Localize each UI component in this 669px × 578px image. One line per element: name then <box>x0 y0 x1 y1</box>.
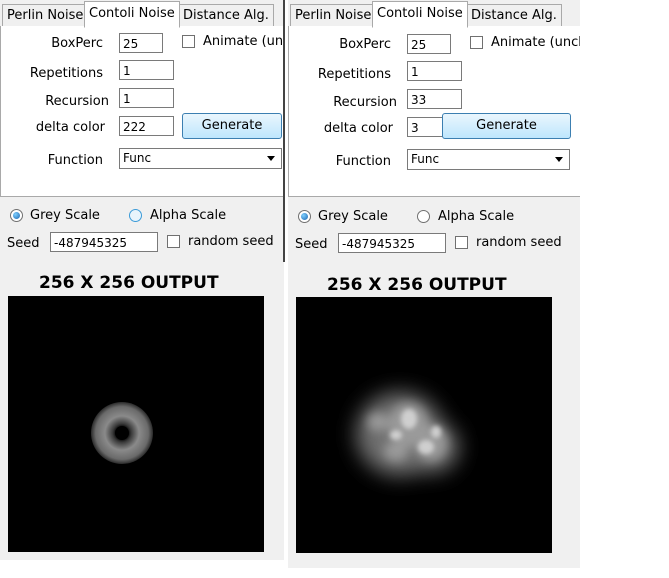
repetitions-input[interactable]: 1 <box>407 61 462 81</box>
recursion-label: Recursion <box>45 94 109 109</box>
tab-strip: Perlin Noise Contoli Noise Distance Alg. <box>0 0 284 28</box>
delta-color-label: delta color <box>35 120 105 135</box>
seed-label: Seed <box>295 237 328 252</box>
boxperc-input[interactable]: 25 <box>119 33 163 53</box>
left-noise-panel: Perlin Noise Contoli Noise Distance Alg.… <box>0 0 284 560</box>
panel-divider <box>283 0 285 262</box>
grey-scale-label: Grey Scale <box>318 209 388 224</box>
output-title: 256 X 256 OUTPUT <box>39 273 219 293</box>
function-label: Function <box>335 154 391 169</box>
contoli-tab-page: BoxPerc 25 Animate (unch Repetitions 1 R… <box>288 26 580 197</box>
generate-button[interactable]: Generate <box>182 113 282 139</box>
output-canvas <box>8 296 264 552</box>
alpha-scale-radio[interactable] <box>129 209 142 222</box>
output-title: 256 X 256 OUTPUT <box>327 275 507 295</box>
random-seed-label: random seed <box>476 235 562 250</box>
function-select[interactable]: Func <box>119 148 282 169</box>
grey-scale-radio[interactable] <box>10 209 23 222</box>
random-seed-checkbox[interactable] <box>455 236 468 249</box>
function-select-value: Func <box>411 152 440 166</box>
repetitions-label: Repetitions <box>29 66 103 81</box>
output-canvas <box>296 297 552 553</box>
grey-scale-label: Grey Scale <box>30 208 100 223</box>
alpha-scale-label: Alpha Scale <box>438 209 515 224</box>
chevron-down-icon <box>267 156 275 161</box>
grey-scale-radio[interactable] <box>298 210 311 223</box>
animate-checkbox[interactable] <box>182 35 195 48</box>
random-seed-label: random seed <box>188 234 274 249</box>
chevron-down-icon <box>555 157 563 162</box>
delta-color-label: delta color <box>323 121 393 136</box>
animate-label: Animate (unc <box>203 34 284 49</box>
cloud-noise-image <box>356 392 459 476</box>
tab-distance-alg[interactable]: Distance Alg. <box>466 4 562 26</box>
recursion-input[interactable]: 33 <box>407 89 462 109</box>
function-label: Function <box>47 153 103 168</box>
tab-contoli-noise[interactable]: Contoli Noise <box>372 1 468 28</box>
delta-color-input[interactable]: 222 <box>119 116 174 136</box>
animate-label: Animate (unch <box>491 35 580 50</box>
contoli-tab-page: BoxPerc 25 Animate (unc Repetitions 1 Re… <box>0 26 284 197</box>
function-select[interactable]: Func <box>407 149 570 170</box>
right-noise-panel: Perlin Noise Contoli Noise Distance Alg.… <box>288 0 580 568</box>
seed-input[interactable]: -487945325 <box>50 232 158 252</box>
alpha-scale-label: Alpha Scale <box>150 208 227 223</box>
seed-input[interactable]: -487945325 <box>338 233 446 253</box>
tab-contoli-noise[interactable]: Contoli Noise <box>84 1 180 28</box>
repetitions-label: Repetitions <box>317 67 391 82</box>
alpha-scale-radio[interactable] <box>417 210 430 223</box>
tab-perlin-noise[interactable]: Perlin Noise <box>2 4 89 26</box>
random-seed-checkbox[interactable] <box>167 235 180 248</box>
boxperc-label: BoxPerc <box>51 36 103 51</box>
tab-perlin-noise[interactable]: Perlin Noise <box>290 4 377 26</box>
boxperc-input[interactable]: 25 <box>407 34 451 54</box>
boxperc-label: BoxPerc <box>339 37 391 52</box>
tab-strip: Perlin Noise Contoli Noise Distance Alg. <box>288 0 580 28</box>
repetitions-input[interactable]: 1 <box>119 60 174 80</box>
recursion-label: Recursion <box>333 95 397 110</box>
seed-label: Seed <box>7 236 40 251</box>
function-select-value: Func <box>123 151 152 165</box>
tab-distance-alg[interactable]: Distance Alg. <box>178 4 274 26</box>
recursion-input[interactable]: 1 <box>119 88 174 108</box>
generate-button[interactable]: Generate <box>442 113 571 139</box>
animate-checkbox[interactable] <box>470 36 483 49</box>
ring-noise-image <box>91 402 153 464</box>
